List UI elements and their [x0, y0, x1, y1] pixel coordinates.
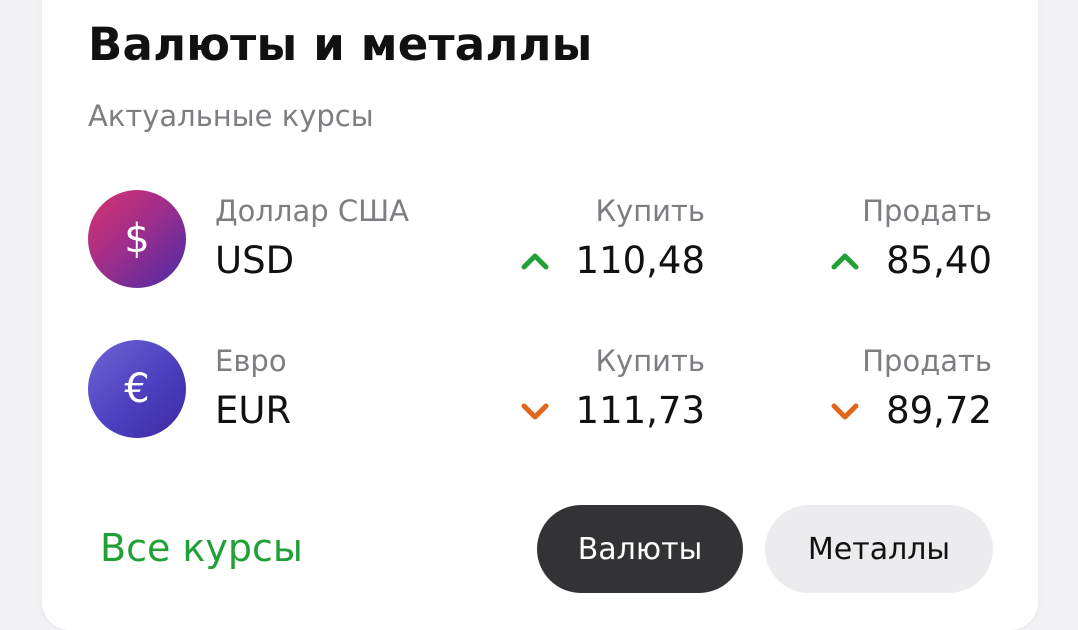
- all-rates-link[interactable]: Все курсы: [100, 526, 303, 570]
- sell-value: 89,72: [886, 389, 992, 432]
- currency-code: EUR: [215, 389, 292, 432]
- buy-label: Купить: [595, 194, 705, 228]
- euro-icon: €: [88, 340, 186, 438]
- currency-name: Доллар США: [215, 194, 409, 228]
- sell-label: Продать: [862, 344, 992, 378]
- rate-row-eur[interactable]: € Евро EUR Купить 111,73 Продать 89,72: [0, 334, 1078, 444]
- buy-value: 110,48: [575, 239, 705, 282]
- tab-currencies[interactable]: Валюты: [537, 505, 743, 593]
- sell-value: 85,40: [886, 239, 992, 282]
- rate-row-usd[interactable]: $ Доллар США USD Купить 110,48 Продать 8…: [0, 184, 1078, 294]
- buy-value: 111,73: [575, 389, 705, 432]
- buy-label: Купить: [595, 344, 705, 378]
- page-title: Валюты и металлы: [88, 18, 593, 71]
- tab-metals[interactable]: Металлы: [765, 505, 993, 593]
- page-subtitle: Актуальные курсы: [88, 99, 374, 133]
- dollar-icon: $: [88, 190, 186, 288]
- sell-label: Продать: [862, 194, 992, 228]
- currency-code: USD: [215, 239, 295, 282]
- currency-name: Евро: [215, 344, 287, 378]
